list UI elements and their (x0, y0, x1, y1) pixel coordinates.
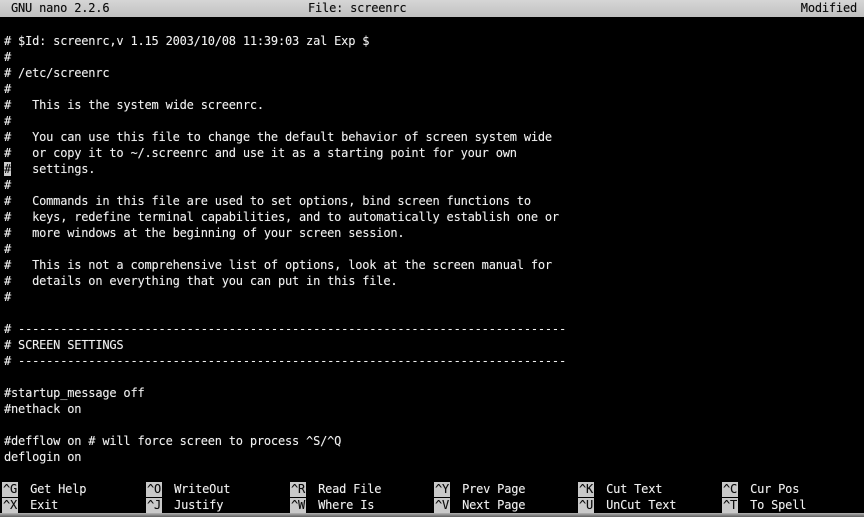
terminal-window: GNU nano 2.2.6 File: screenrc Modified #… (0, 0, 864, 517)
shortcut-key: ^J (146, 498, 162, 513)
text-cursor: # (4, 162, 11, 176)
editor-line[interactable]: # more windows at the beginning of your … (4, 225, 864, 241)
editor-line[interactable]: # or copy it to ~/.screenrc and use it a… (4, 145, 864, 161)
shortcut-label: UnCut Text (606, 498, 676, 512)
shortcut-cur-pos: ^C Cur Pos (722, 481, 799, 497)
editor-line[interactable]: # details on everything that you can put… (4, 273, 864, 289)
shortcut-label: Prev Page (462, 482, 525, 496)
shortcut-label: To Spell (750, 498, 806, 512)
shortcut-label: Cur Pos (750, 482, 799, 496)
shortcut-where-is: ^W Where Is (290, 497, 374, 513)
shortcut-cut-text: ^K Cut Text (578, 481, 662, 497)
shortcut-key: ^G (2, 482, 18, 497)
shortcut-get-help: ^G Get Help (2, 481, 86, 497)
shortcut-key: ^V (434, 498, 450, 513)
editor-line[interactable]: # Commands in this file are used to set … (4, 193, 864, 209)
shortcut-key: ^K (578, 482, 594, 497)
editor-line[interactable]: # /etc/screenrc (4, 65, 864, 81)
editor-line[interactable]: # (4, 177, 864, 193)
editor-area[interactable]: # $Id: screenrc,v 1.15 2003/10/08 11:39:… (0, 17, 864, 465)
editor-line[interactable]: #defflow on # will force screen to proce… (4, 433, 864, 449)
editor-line[interactable]: # keys, redefine terminal capabilities, … (4, 209, 864, 225)
shortcut-label: Get Help (30, 482, 86, 496)
shortcut-key: ^O (146, 482, 162, 497)
editor-line[interactable]: # settings. (4, 161, 864, 177)
nano-version-label: GNU nano 2.2.6 (11, 0, 109, 17)
shortcut-to-spell: ^T To Spell (722, 497, 806, 513)
editor-line[interactable]: #nethack on (4, 401, 864, 417)
editor-line[interactable] (4, 369, 864, 385)
shortcut-writeout: ^O WriteOut (146, 481, 230, 497)
shortcut-bar: ^G Get Help ^O WriteOut ^R Read File ^Y Prev Pa… (0, 481, 864, 513)
editor-line[interactable] (4, 417, 864, 433)
shortcut-prev-page: ^Y Prev Page (434, 481, 525, 497)
shortcut-next-page: ^V Next Page (434, 497, 525, 513)
shortcut-row: ^X Exit ^J Justify ^W Where Is ^V Next Page ^U Un… (0, 497, 864, 513)
shortcut-label: Where Is (318, 498, 374, 512)
editor-line[interactable]: # (4, 289, 864, 305)
shortcut-label: WriteOut (174, 482, 230, 496)
editor-line[interactable]: # (4, 113, 864, 129)
editor-line[interactable]: # (4, 241, 864, 257)
shortcut-label: Cut Text (606, 482, 662, 496)
shortcut-key: ^U (578, 498, 594, 513)
shortcut-uncut-text: ^U UnCut Text (578, 497, 676, 513)
modified-status: Modified (801, 0, 857, 17)
status-line (0, 465, 864, 481)
shortcut-key: ^W (290, 498, 306, 513)
editor-line[interactable]: # --------------------------------------… (4, 321, 864, 337)
shortcut-key: ^C (722, 482, 738, 497)
editor-line[interactable]: # SCREEN SETTINGS (4, 337, 864, 353)
editor-line[interactable]: # This is the system wide screenrc. (4, 97, 864, 113)
editor-line[interactable]: #startup_message off (4, 385, 864, 401)
shortcut-label: Read File (318, 482, 381, 496)
window-bottom-edge (0, 513, 864, 517)
editor-line[interactable]: deflogin on (4, 449, 864, 465)
open-file-name: File: screenrc (308, 0, 406, 17)
shortcut-justify: ^J Justify (146, 497, 223, 513)
editor-line[interactable]: # $Id: screenrc,v 1.15 2003/10/08 11:39:… (4, 33, 864, 49)
editor-line[interactable]: # This is not a comprehensive list of op… (4, 257, 864, 273)
shortcut-key: ^T (722, 498, 738, 513)
shortcut-label: Next Page (462, 498, 525, 512)
editor-line[interactable]: # You can use this file to change the de… (4, 129, 864, 145)
nano-titlebar: GNU nano 2.2.6 File: screenrc Modified (0, 0, 864, 17)
shortcut-exit: ^X Exit (2, 497, 58, 513)
editor-line[interactable] (4, 305, 864, 321)
shortcut-row: ^G Get Help ^O WriteOut ^R Read File ^Y Prev Pa… (0, 481, 864, 497)
editor-line[interactable]: # (4, 49, 864, 65)
shortcut-label: Justify (174, 498, 223, 512)
shortcut-read-file: ^R Read File (290, 481, 381, 497)
shortcut-key: ^Y (434, 482, 450, 497)
shortcut-key: ^X (2, 498, 18, 513)
shortcut-key: ^R (290, 482, 306, 497)
editor-line[interactable]: # --------------------------------------… (4, 353, 864, 369)
editor-line[interactable]: # (4, 81, 864, 97)
shortcut-label: Exit (30, 498, 58, 512)
